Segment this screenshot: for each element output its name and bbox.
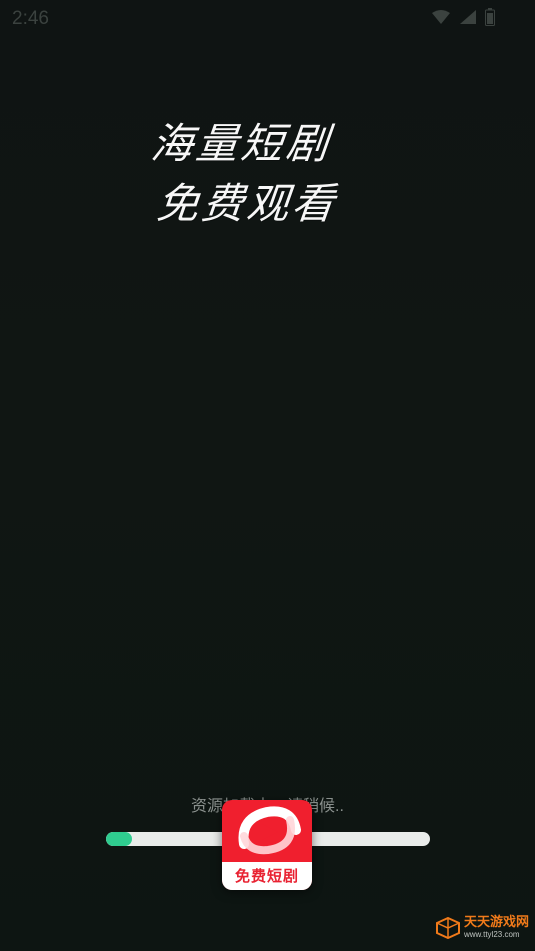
watermark: 天天游戏网 www.ttyl23.com <box>435 915 529 940</box>
play-swirl-icon <box>238 806 301 855</box>
status-bar: 2:46 <box>0 0 535 36</box>
status-icons <box>431 8 495 26</box>
slogan-line-1: 海量短剧 <box>148 119 334 168</box>
battery-icon <box>485 8 495 26</box>
watermark-url: www.ttyl23.com <box>463 930 520 939</box>
app-badge-label: 免费短剧 <box>222 862 312 890</box>
signal-icon <box>460 10 476 24</box>
cube-logo-icon <box>435 916 460 939</box>
status-time: 2:46 <box>12 8 49 29</box>
watermark-title: 天天游戏网 <box>463 915 529 930</box>
slogan: 海量短剧 免费观看 <box>142 114 395 234</box>
app-badge: 免费短剧 <box>222 800 312 890</box>
slogan-line-2: 免费观看 <box>154 179 340 228</box>
watermark-texts: 天天游戏网 www.ttyl23.com <box>463 915 529 940</box>
wifi-icon <box>432 10 450 24</box>
loading-progress-fill <box>106 832 132 846</box>
